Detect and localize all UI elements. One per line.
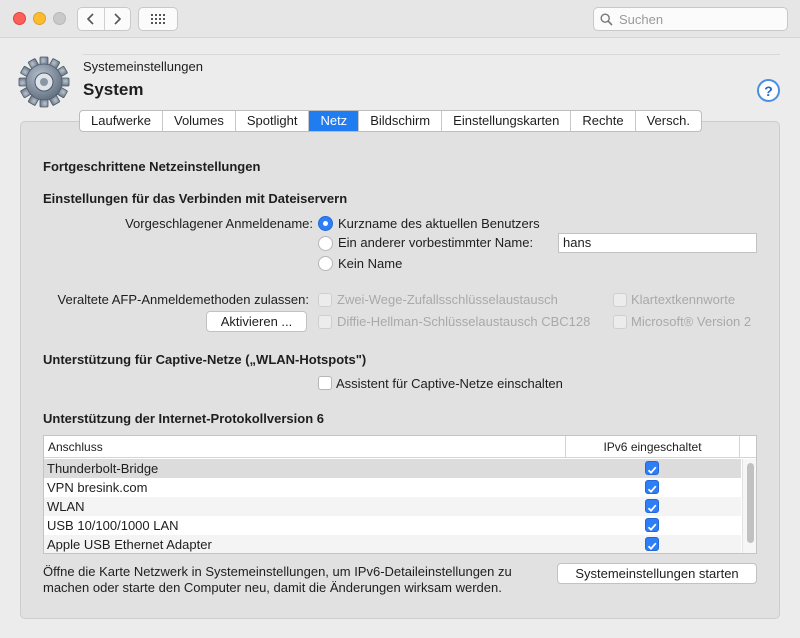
app-subtitle: Systemeinstellungen [83,59,203,74]
table-row[interactable]: WLAN [44,497,741,516]
other-name-input[interactable]: hans [558,233,757,253]
scrollbar-thumb[interactable] [747,463,754,543]
navigation-buttons [77,7,131,31]
checkbox-cleartext-label: Klartextkennworte [631,292,736,307]
tab-laufwerke[interactable]: Laufwerke [80,111,162,131]
tab-bar: Laufwerke Volumes Spotlight Netz Bildsch… [79,110,702,132]
radio-other-name[interactable] [318,236,333,251]
radio-no-name-label: Kein Name [338,256,403,271]
close-window-button[interactable] [13,12,26,25]
afp-label: Veraltete AFP-Anmeldemethoden zulassen: [57,292,309,307]
search-placeholder: Suchen [619,11,664,27]
checkbox-ipv6-enabled[interactable] [645,499,659,513]
header-divider [83,54,780,55]
table-header: Anschluss IPv6 eingeschaltet [44,436,756,458]
radio-short-name[interactable] [318,216,333,231]
activate-button[interactable]: Aktivieren ... [206,311,307,332]
column-header-ipv6[interactable]: IPv6 eingeschaltet [565,436,740,458]
ipv6-hint-line-1: Öffne die Karte Netzwerk in Systemeinste… [43,564,512,579]
checkbox-microsoft-v2-label: Microsoft® Version 2 [631,314,752,329]
checkmark-icon [647,504,657,513]
fileservers-heading: Einstellungen für das Verbinden mit Date… [43,191,348,206]
checkmark-icon [647,485,657,494]
search-field[interactable]: Suchen [593,7,788,31]
checkbox-captive-assistant-label: Assistent für Captive-Netze einschalten [336,376,563,391]
checkbox-ipv6-enabled[interactable] [645,518,659,532]
radio-no-name[interactable] [318,256,333,271]
page-title: System [83,80,144,99]
row-port-name: Thunderbolt-Bridge [47,461,159,476]
ipv6-heading: Unterstützung der Internet-Protokollvers… [43,411,324,426]
checkbox-microsoft-v2[interactable] [613,315,627,329]
table-row[interactable]: Thunderbolt-Bridge [44,459,741,478]
column-header-port[interactable]: Anschluss [48,440,103,454]
search-icon [600,12,613,26]
tab-spotlight[interactable]: Spotlight [234,111,309,131]
show-all-button[interactable] [138,7,178,31]
open-system-preferences-button[interactable]: Systemeinstellungen starten [557,563,757,584]
checkbox-two-way-random[interactable] [318,293,332,307]
row-port-name: WLAN [47,499,85,514]
tab-netz[interactable]: Netz [308,111,359,131]
table-row[interactable]: VPN bresink.com [44,478,741,497]
tab-versch[interactable]: Versch. [634,111,701,131]
forward-button[interactable] [103,8,131,30]
login-name-label: Vorgeschlagener Anmeldename: [125,216,313,231]
ipv6-table: Anschluss IPv6 eingeschaltet Thunderbolt… [43,435,757,554]
tab-rechte[interactable]: Rechte [570,111,634,131]
gear-icon [18,56,70,108]
table-row[interactable]: Apple USB Ethernet Adapter [44,535,741,553]
checkbox-ipv6-enabled[interactable] [645,537,659,551]
checkmark-icon [647,466,657,475]
checkbox-ipv6-enabled[interactable] [645,461,659,475]
ipv6-hint-line-2: machen oder starte den Computer neu, dam… [43,580,502,595]
captive-heading: Unterstützung für Captive-Netze („WLAN-H… [43,352,367,367]
checkbox-two-way-random-label: Zwei-Wege-Zufallsschlüsselaustausch [337,292,558,307]
checkmark-icon [647,542,657,551]
grid-icon [151,14,165,24]
tab-bildschirm[interactable]: Bildschirm [358,111,441,131]
chevron-left-icon [86,13,94,25]
table-scrollbar[interactable] [742,459,756,553]
section-title: Fortgeschrittene Netzeinstellungen [43,159,261,174]
back-button[interactable] [78,8,104,30]
ipv6-hint-text: Öffne die Karte Netzwerk in Systemeinste… [43,564,553,596]
checkbox-captive-assistant[interactable] [318,376,332,390]
checkbox-diffie-hellman-label: Diffie-Hellman-Schlüsselaustausch CBC128 [337,314,591,329]
row-port-name: Apple USB Ethernet Adapter [47,537,212,552]
minimize-window-button[interactable] [33,12,46,25]
zoom-window-button[interactable] [53,12,66,25]
radio-other-name-label: Ein anderer vorbestimmter Name: [338,235,534,250]
row-port-name: VPN bresink.com [47,480,148,495]
radio-short-name-label: Kurzname des aktuellen Benutzers [338,216,540,231]
checkmark-icon [647,523,657,532]
window-titlebar: Suchen [0,0,800,38]
checkbox-ipv6-enabled[interactable] [645,480,659,494]
checkbox-cleartext[interactable] [613,293,627,307]
tab-einstellungskarten[interactable]: Einstellungskarten [441,111,570,131]
chevron-right-icon [114,13,122,25]
table-row[interactable]: USB 10/100/1000 LAN [44,516,741,535]
checkbox-diffie-hellman[interactable] [318,315,332,329]
row-port-name: USB 10/100/1000 LAN [47,518,179,533]
tab-volumes[interactable]: Volumes [161,111,235,131]
help-button[interactable]: ? [757,79,780,102]
